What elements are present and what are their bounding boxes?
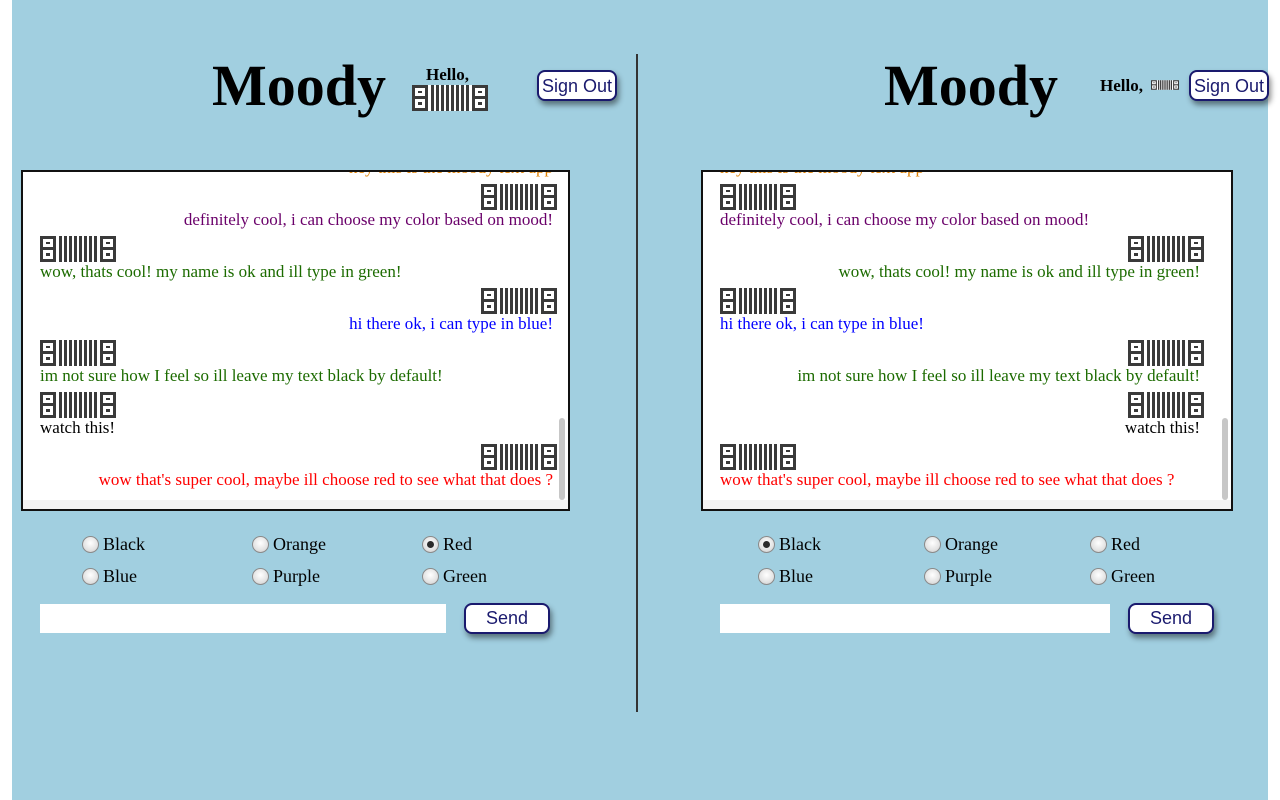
message-avatar-icon [481,184,557,210]
radio-button[interactable] [1090,568,1107,585]
color-option-red[interactable]: Red [1090,534,1140,555]
chat-message: hey this is the moody text app [349,172,553,178]
chat-message: watch this! [1124,418,1200,437]
chat-message: definitely cool, i can choose my color b… [720,210,1090,229]
app-title: Moody [884,53,1058,118]
radio-button[interactable] [1090,536,1107,553]
chat-message: watch this! [40,418,116,437]
hello-greeting: Hello, [1100,76,1143,95]
message-avatar-icon [1128,392,1204,418]
radio-button[interactable] [82,536,99,553]
message-avatar-icon [40,340,116,366]
message-input[interactable] [720,604,1110,633]
color-option-blue[interactable]: Blue [758,566,813,587]
chat-scrollbar[interactable] [556,172,566,500]
message-avatar-icon [720,288,796,314]
chat-scrollbar[interactable] [1219,172,1229,500]
radio-label: Black [103,534,145,554]
color-option-purple[interactable]: Purple [924,566,992,587]
chat-horizontal-scrollbar [23,500,568,509]
chat-message: wow that's super cool, maybe ill choose … [720,470,1175,489]
message-avatar-icon [481,444,557,470]
chat-message: definitely cool, i can choose my color b… [183,210,553,229]
chat-message: wow that's super cool, maybe ill choose … [98,470,553,489]
chat-message: im not sure how I feel so ill leave my t… [797,366,1200,385]
message-avatar-icon [1128,236,1204,262]
radio-label: Purple [273,566,320,586]
chat-message: wow, thats cool! my name is ok and ill t… [40,262,402,281]
radio-button[interactable] [758,568,775,585]
chat-window[interactable]: hey this is the moody text app definitely… [21,170,570,511]
message-list: hey this is the moody text app definitely… [703,172,1217,509]
radio-label: Blue [779,566,813,586]
send-button[interactable]: Send [1128,603,1214,634]
chat-window[interactable]: hey this is the moody text app definitely… [701,170,1233,511]
sign-out-button[interactable]: Sign Out [1189,70,1269,101]
radio-button[interactable] [252,536,269,553]
scrollbar-thumb[interactable] [1222,418,1228,500]
radio-label: Orange [273,534,326,554]
user-avatar-icon [1151,72,1179,103]
message-avatar-icon [481,288,557,314]
color-option-orange[interactable]: Orange [252,534,326,555]
sign-out-button[interactable]: Sign Out [537,70,617,101]
radio-button[interactable] [422,536,439,553]
send-button[interactable]: Send [464,603,550,634]
hello-greeting: Hello, [426,65,469,84]
radio-label: Red [1111,534,1140,554]
message-avatar-icon [40,392,116,418]
color-option-red[interactable]: Red [422,534,472,555]
message-avatar-icon [720,444,796,470]
radio-label: Orange [945,534,998,554]
color-option-purple[interactable]: Purple [252,566,320,587]
color-option-blue[interactable]: Blue [82,566,137,587]
message-avatar-icon [720,184,796,210]
chat-message: hey this is the moody text app [720,172,924,178]
radio-button[interactable] [924,536,941,553]
radio-label: Purple [945,566,992,586]
chat-message: hi there ok, i can type in blue! [349,314,553,333]
client-pane-left: Moody Hello, Sign Out hey this is the mo… [12,0,636,800]
app-title: Moody [212,53,386,118]
radio-button[interactable] [924,568,941,585]
message-list: hey this is the moody text app definitely… [23,172,557,509]
radio-label: Green [1111,566,1155,586]
radio-label: Blue [103,566,137,586]
color-option-black[interactable]: Black [82,534,145,555]
client-pane-right: Moody Hello, Sign Out hey this is the mo… [638,0,1269,800]
message-avatar-icon [40,236,116,262]
color-option-green[interactable]: Green [1090,566,1155,587]
radio-button[interactable] [758,536,775,553]
message-input[interactable] [40,604,446,633]
color-option-orange[interactable]: Orange [924,534,998,555]
scrollbar-thumb[interactable] [559,418,565,500]
chat-message: hi there ok, i can type in blue! [720,314,924,333]
radio-label: Black [779,534,821,554]
radio-button[interactable] [82,568,99,585]
color-option-black[interactable]: Black [758,534,821,555]
radio-button[interactable] [252,568,269,585]
color-option-green[interactable]: Green [422,566,487,587]
user-avatar-icon [412,85,488,116]
radio-label: Green [443,566,487,586]
radio-label: Red [443,534,472,554]
chat-message: wow, thats cool! my name is ok and ill t… [838,262,1200,281]
message-avatar-icon [1128,340,1204,366]
chat-message: im not sure how I feel so ill leave my t… [40,366,443,385]
chat-horizontal-scrollbar [703,500,1231,509]
radio-button[interactable] [422,568,439,585]
